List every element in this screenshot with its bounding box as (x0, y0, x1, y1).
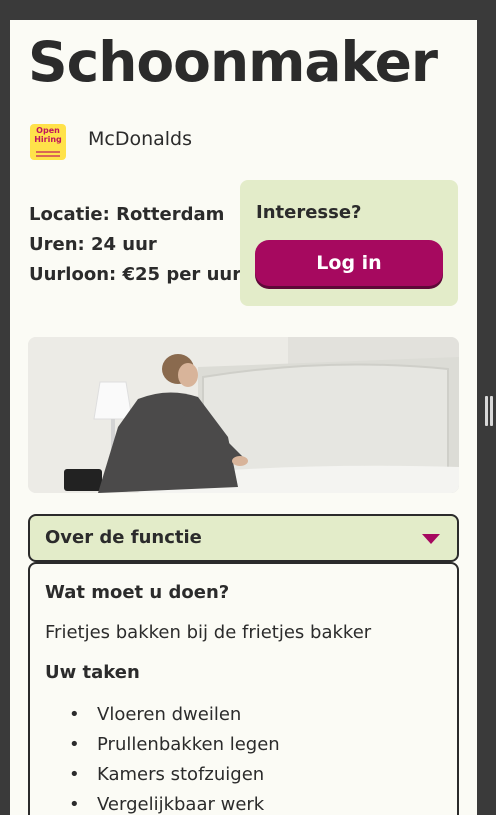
job-page: Schoonmaker Open Hiring McDonalds Locati… (10, 20, 477, 815)
job-details: Locatie: Rotterdam Uren: 24 uur Uurloon:… (29, 200, 241, 290)
company-logo: Open Hiring (30, 124, 66, 160)
window-frame-left (0, 20, 10, 815)
window-frame-top (0, 0, 496, 20)
login-button[interactable]: Log in (255, 240, 443, 286)
accordion-header-label: Over de functie (45, 527, 202, 548)
resize-grip[interactable] (485, 396, 488, 426)
job-wage: Uurloon: €25 per uur (29, 264, 242, 285)
list-item: Kamers stofzuigen (45, 760, 280, 790)
logo-open-hiring-text: Open Hiring (34, 126, 62, 144)
cleaner-making-bed-image (28, 337, 459, 493)
list-item: Vergelijkbaar werk (45, 790, 280, 815)
section-heading-what: Wat moet u doen? (45, 582, 230, 603)
accordion-header-over-de-functie[interactable]: Over de functie (28, 514, 459, 562)
page-title: Schoonmaker (28, 30, 438, 94)
logo-line (36, 151, 60, 153)
interest-panel: Interesse? Log in (240, 180, 458, 306)
list-item: Vloeren dweilen (45, 700, 280, 730)
task-list: Vloeren dweilen Prullenbakken legen Kame… (45, 700, 280, 815)
list-item: Prullenbakken legen (45, 730, 280, 760)
logo-line (36, 155, 60, 157)
caret-down-icon[interactable] (422, 534, 440, 544)
section-heading-tasks: Uw taken (45, 662, 140, 683)
resize-grip-line (490, 396, 493, 426)
company-name: McDonalds (88, 128, 193, 150)
job-photo (28, 337, 459, 493)
accordion-content: Wat moet u doen? Frietjes bakken bij de … (28, 562, 459, 815)
section-text-what: Frietjes bakken bij de frietjes bakker (45, 622, 372, 643)
job-location: Locatie: Rotterdam (29, 204, 225, 225)
interest-label: Interesse? (256, 202, 362, 223)
job-hours: Uren: 24 uur (29, 234, 157, 255)
